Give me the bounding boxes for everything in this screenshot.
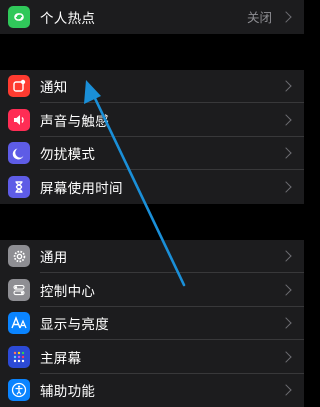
settings-group-notifications: 通知 声音与触感 勿扰模式 屏幕使用时间 (0, 70, 304, 204)
settings-row-general[interactable]: 通用 (0, 240, 304, 274)
settings-row-hotspot[interactable]: 个人热点 关闭 (0, 0, 304, 34)
section-gap (0, 34, 304, 70)
settings-group-general: 通用 控制中心 显示与亮度 主屏幕 (0, 240, 304, 407)
accessibility-icon (8, 379, 30, 401)
chevron-right-icon (280, 385, 291, 396)
notifications-icon (8, 75, 30, 97)
chevron-right-icon (280, 251, 291, 262)
chevron-right-icon (280, 81, 291, 92)
chevron-right-icon (280, 11, 291, 22)
chevron-right-icon (280, 181, 291, 192)
section-gap (0, 204, 304, 240)
chevron-right-icon (280, 148, 291, 159)
settings-row-label: 控制中心 (40, 280, 282, 300)
settings-row-do-not-disturb[interactable]: 勿扰模式 (0, 137, 304, 171)
chevron-right-icon (280, 284, 291, 295)
settings-row-display[interactable]: 显示与亮度 (0, 307, 304, 341)
settings-group-connectivity: 个人热点 关闭 (0, 0, 304, 34)
toggles-icon (8, 279, 30, 301)
text-size-icon (8, 312, 30, 334)
settings-row-label: 主屏幕 (40, 347, 282, 367)
settings-row-sounds[interactable]: 声音与触感 (0, 103, 304, 137)
settings-row-label: 勿扰模式 (40, 143, 282, 163)
chevron-right-icon (280, 318, 291, 329)
settings-row-label: 屏幕使用时间 (40, 177, 282, 197)
settings-row-accessibility[interactable]: 辅助功能 (0, 374, 304, 407)
gear-icon (8, 245, 30, 267)
settings-row-screen-time[interactable]: 屏幕使用时间 (0, 170, 304, 204)
settings-row-control-center[interactable]: 控制中心 (0, 273, 304, 307)
chevron-right-icon (280, 351, 291, 362)
hotspot-icon (8, 6, 30, 28)
chevron-right-icon (280, 114, 291, 125)
moon-icon (8, 142, 30, 164)
settings-row-label: 个人热点 (40, 7, 247, 27)
settings-row-label: 显示与亮度 (40, 313, 282, 333)
settings-row-label: 辅助功能 (40, 380, 282, 400)
settings-row-label: 通用 (40, 246, 282, 266)
settings-row-notifications[interactable]: 通知 (0, 70, 304, 104)
settings-row-label: 声音与触感 (40, 110, 282, 130)
hourglass-icon (8, 176, 30, 198)
speaker-icon (8, 109, 30, 131)
hotspot-status: 关闭 (247, 7, 272, 26)
settings-row-home-screen[interactable]: 主屏幕 (0, 340, 304, 374)
home-grid-icon (8, 346, 30, 368)
settings-row-label: 通知 (40, 76, 282, 96)
